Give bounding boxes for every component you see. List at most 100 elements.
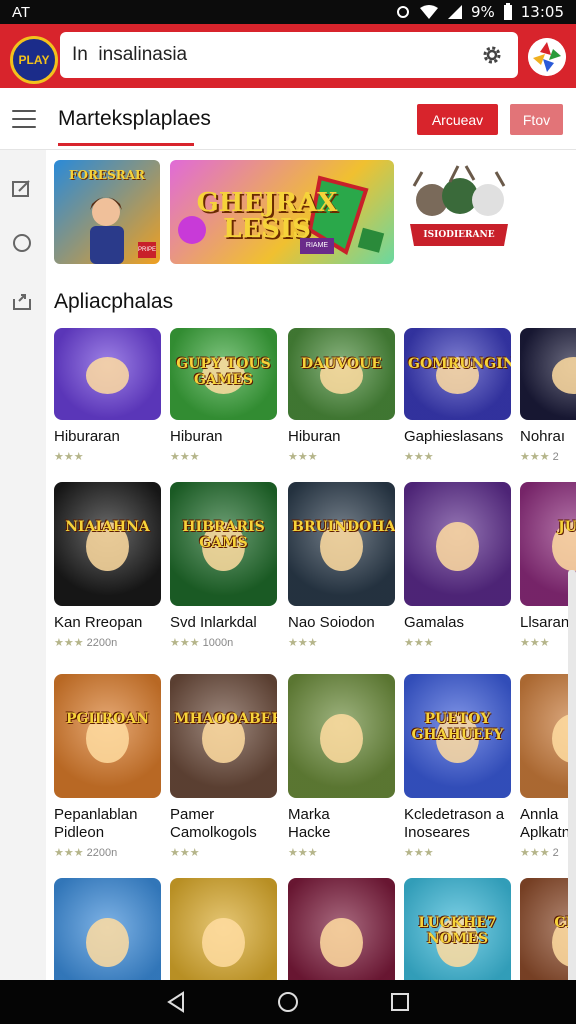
app-rating: ★★★: [520, 847, 550, 859]
app-name-line2: Hacke: [288, 824, 331, 841]
share-icon[interactable]: [11, 290, 33, 312]
featured-banner-1[interactable]: FORESRAR PRIPE: [54, 160, 160, 264]
app-card[interactable]: [170, 878, 278, 980]
app-icon[interactable]: [288, 674, 395, 798]
app-card[interactable]: Gamalas ★★★: [404, 482, 512, 649]
recents-icon[interactable]: [389, 991, 411, 1013]
featured-row: FORESRAR PRIPE GHEJRAX LESIS RIAME ISIOD…: [54, 160, 574, 264]
app-card[interactable]: DAUVOUE Hiburan ★★★: [288, 328, 396, 463]
app-name: Gamalas: [404, 614, 465, 631]
app-rating: ★★★: [54, 451, 84, 463]
app-card[interactable]: GOMRUNGINS Gaphieslasans ★★★: [404, 328, 512, 463]
app-meta: ★★★ 2200n: [54, 846, 162, 859]
app-icon[interactable]: [520, 328, 576, 420]
app-icon[interactable]: GUPY TOUS GAMES: [170, 328, 277, 420]
app-icon[interactable]: [288, 878, 395, 980]
title-bar: Marteksplaplaes Arcueav Ftov: [0, 88, 576, 150]
app-icon[interactable]: [404, 482, 511, 606]
app-icon-character: [552, 357, 576, 395]
app-icon-title: LUCKHE7 NOMES: [418, 915, 497, 948]
app-rating: ★★★: [54, 637, 84, 649]
app-name-line2: Pidleon: [54, 824, 105, 841]
nav-bar: [0, 980, 576, 1024]
app-icon-character: [320, 917, 363, 968]
page-title: Marteksplaplaes: [58, 107, 211, 130]
app-meta: ★★★: [404, 636, 512, 649]
app-download-count: 1000n: [202, 637, 234, 649]
menu-icon[interactable]: [12, 110, 36, 128]
app-icon[interactable]: HIBRARIS GAMS: [170, 482, 277, 606]
app-card[interactable]: NIAIAHNA Kan Rreopan ★★★ 2200n: [54, 482, 162, 649]
app-card[interactable]: Nohraı ★★★ 2: [520, 328, 576, 463]
app-card[interactable]: PGIIROAN Pepanlablan Pidleon ★★★ 2200n: [54, 674, 162, 859]
featured-banner-2[interactable]: GHEJRAX LESIS RIAME: [170, 160, 394, 264]
avatar[interactable]: [528, 38, 566, 76]
app-icon[interactable]: PGIIROAN: [54, 674, 161, 798]
carrier-label: AT: [12, 3, 31, 21]
app-icon-title: PGIIROAN: [65, 711, 150, 728]
featured-banner-2-title: GHEJRAX LESIS: [196, 188, 338, 244]
app-icon-title: GOMRUNGINS: [408, 355, 511, 372]
app-rating: ★★★: [170, 451, 200, 463]
app-rating: ★★★: [288, 637, 318, 649]
app-icon-character: [202, 917, 245, 968]
app-name: Nao Soiodon: [288, 614, 375, 631]
app-meta: ★★★: [404, 846, 512, 859]
status-bar: AT 9% 13:05: [0, 0, 576, 24]
wifi-icon: [419, 5, 438, 19]
app-icon[interactable]: PUETOY GHAHUEFY: [404, 674, 511, 798]
search-box[interactable]: [60, 32, 518, 78]
app-icon[interactable]: MHAOOABEE: [170, 674, 277, 798]
app-meta: ★★★: [54, 450, 162, 463]
app-icon[interactable]: [54, 328, 161, 420]
app-card[interactable]: PUETOY GHAHUEFY Kcledetrason a Inoseares ★★…: [404, 674, 512, 859]
app-card[interactable]: Marka Hacke ★★★: [288, 674, 396, 859]
app-meta: ★★★: [288, 846, 396, 859]
app-name: Pepanlablan: [54, 806, 138, 823]
app-card[interactable]: [288, 878, 396, 980]
app-name: Marka: [288, 806, 330, 823]
app-download-count: 2200n: [86, 847, 118, 859]
back-icon[interactable]: [165, 990, 187, 1014]
app-icon[interactable]: LUCKHE7 NOMES: [404, 878, 511, 980]
home-icon[interactable]: [276, 990, 300, 1014]
scroll-indicator[interactable]: [568, 570, 576, 980]
app-icon[interactable]: BRUINDOHAK: [288, 482, 395, 606]
primary-action-button[interactable]: Arcueav: [417, 104, 498, 135]
app-card[interactable]: [54, 878, 162, 980]
edit-icon[interactable]: [11, 178, 33, 200]
secondary-action-button[interactable]: Ftov: [510, 104, 563, 135]
time-label: 13:05: [520, 3, 564, 21]
app-icon[interactable]: NIAIAHNA: [54, 482, 161, 606]
app-name: Svd Inlarkdal: [170, 614, 257, 631]
search-input[interactable]: [72, 44, 462, 66]
featured-banner-3[interactable]: ISIODIERANE: [404, 160, 514, 264]
settings-icon[interactable]: [480, 43, 504, 67]
app-icon[interactable]: [170, 878, 277, 980]
app-card[interactable]: MHAOOABEE Pamer Camolkogols ★★★: [170, 674, 278, 859]
app-logo[interactable]: PLAY: [10, 36, 58, 84]
app-icon[interactable]: [54, 878, 161, 980]
app-name-line2: Inoseares: [404, 824, 470, 841]
app-download-count: 2: [552, 847, 559, 859]
circle-icon[interactable]: [11, 232, 33, 254]
app-card[interactable]: BRUINDOHAK Nao Soiodon ★★★: [288, 482, 396, 649]
app-icon-title: MHAOOABEE: [174, 711, 277, 728]
active-tab-indicator: [58, 143, 194, 146]
app-meta: ★★★: [288, 450, 396, 463]
app-card[interactable]: HIBRARIS GAMS Svd Inlarkdal ★★★ 1000n: [170, 482, 278, 649]
app-icon[interactable]: GOMRUNGINS: [404, 328, 511, 420]
app-icon-title: NIAIAHNA: [65, 519, 150, 536]
app-card[interactable]: GUPY TOUS GAMES Hiburan ★★★: [170, 328, 278, 463]
app-card[interactable]: Hiburaran ★★★: [54, 328, 162, 463]
app-icon[interactable]: DAUVOUE: [288, 328, 395, 420]
status-right: 9% 13:05: [395, 3, 564, 21]
app-name: Gaphieslasans: [404, 428, 504, 445]
app-meta: ★★★: [288, 636, 396, 649]
app-name-line2: Camolkogols: [170, 824, 257, 841]
app-icon-character: [86, 357, 129, 395]
app-name: Kcledetrason a: [404, 806, 505, 823]
app-meta: ★★★: [170, 450, 278, 463]
featured-banner-3-art: [410, 165, 508, 246]
app-card[interactable]: LUCKHE7 NOMES: [404, 878, 512, 980]
